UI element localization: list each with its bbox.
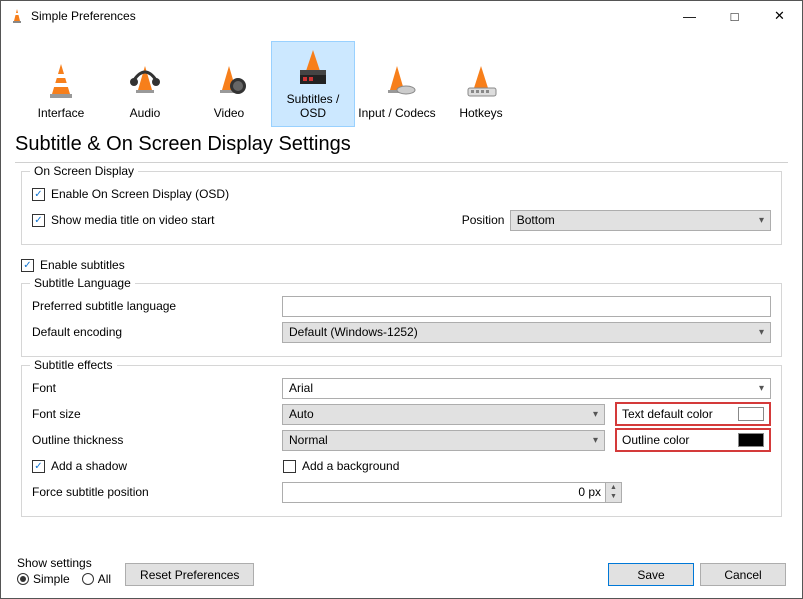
headphones-cone-icon	[124, 60, 166, 102]
text-color-group: Text default color	[615, 402, 771, 426]
force-position-value: 0 px	[283, 485, 605, 499]
effects-group: Subtitle effects Font Arial Font size Au…	[21, 365, 782, 517]
outline-color-group: Outline color	[615, 428, 771, 452]
category-hotkeys[interactable]: Hotkeys	[439, 41, 523, 127]
font-size-dropdown[interactable]: Auto	[282, 404, 605, 425]
titlebar: Simple Preferences — □ ✕	[1, 1, 802, 31]
cone-icon	[40, 60, 82, 102]
reset-preferences-button[interactable]: Reset Preferences	[125, 563, 254, 586]
add-shadow-checkbox[interactable]: ✓	[32, 460, 45, 473]
save-button[interactable]: Save	[608, 563, 694, 586]
category-subtitles[interactable]: Subtitles / OSD	[271, 41, 355, 127]
disc-cone-icon	[376, 60, 418, 102]
spinbox-buttons[interactable]: ▲▼	[605, 483, 621, 502]
font-dropdown[interactable]: Arial	[282, 378, 771, 399]
default-encoding-value: Default (Windows-1252)	[289, 325, 418, 339]
position-value: Bottom	[517, 213, 555, 227]
font-size-value: Auto	[289, 407, 314, 421]
effects-legend: Subtitle effects	[30, 358, 117, 372]
outline-thickness-dropdown[interactable]: Normal	[282, 430, 605, 451]
film-cone-icon	[208, 60, 250, 102]
language-legend: Subtitle Language	[30, 276, 135, 290]
keyboard-cone-icon	[460, 60, 502, 102]
outline-color-label: Outline color	[622, 433, 689, 447]
position-dropdown[interactable]: Bottom	[510, 210, 771, 231]
default-encoding-label: Default encoding	[32, 325, 282, 339]
text-color-label: Text default color	[622, 407, 713, 421]
show-media-title-checkbox[interactable]: ✓	[32, 214, 45, 227]
minimize-button[interactable]: —	[667, 1, 712, 31]
close-button[interactable]: ✕	[757, 1, 802, 31]
osd-legend: On Screen Display	[30, 164, 138, 178]
add-background-label: Add a background	[302, 459, 399, 473]
font-label: Font	[32, 381, 282, 395]
outline-thickness-label: Outline thickness	[32, 433, 282, 447]
category-label: Subtitles / OSD	[274, 92, 352, 120]
default-encoding-dropdown[interactable]: Default (Windows-1252)	[282, 322, 771, 343]
category-interface[interactable]: Interface	[19, 41, 103, 127]
clapper-cone-icon	[292, 46, 334, 88]
category-toolbar: Interface Audio Video Subtitles / OSD In…	[1, 31, 802, 129]
font-value: Arial	[289, 381, 313, 395]
window-title: Simple Preferences	[31, 9, 667, 23]
language-group: Subtitle Language Preferred subtitle lan…	[21, 283, 782, 357]
all-radio[interactable]	[82, 573, 94, 585]
add-shadow-label: Add a shadow	[51, 459, 283, 473]
enable-osd-checkbox[interactable]: ✓	[32, 188, 45, 201]
enable-subtitles-checkbox[interactable]: ✓	[21, 259, 34, 272]
divider	[15, 162, 788, 163]
force-position-spinbox[interactable]: 0 px ▲▼	[282, 482, 622, 503]
save-label: Save	[637, 568, 664, 582]
enable-osd-label: Enable On Screen Display (OSD)	[51, 187, 229, 201]
simple-radio[interactable]	[17, 573, 29, 585]
category-audio[interactable]: Audio	[103, 41, 187, 127]
simple-radio-label: Simple	[33, 572, 70, 586]
position-label: Position	[462, 213, 510, 227]
app-icon	[9, 8, 25, 24]
preferred-language-input[interactable]	[282, 296, 771, 317]
text-color-swatch[interactable]	[738, 407, 764, 421]
enable-subtitles-label: Enable subtitles	[40, 258, 125, 272]
add-background-checkbox[interactable]	[283, 460, 296, 473]
preferred-language-label: Preferred subtitle language	[32, 299, 282, 313]
bottom-bar: Show settings Simple All Reset Preferenc…	[1, 548, 802, 598]
category-input[interactable]: Input / Codecs	[355, 41, 439, 127]
category-label: Video	[214, 106, 244, 120]
font-size-label: Font size	[32, 407, 282, 421]
outline-thickness-value: Normal	[289, 433, 328, 447]
force-position-label: Force subtitle position	[32, 485, 282, 499]
category-label: Hotkeys	[459, 106, 502, 120]
category-label: Interface	[38, 106, 85, 120]
page-title: Subtitle & On Screen Display Settings	[1, 129, 802, 162]
outline-color-swatch[interactable]	[738, 433, 764, 447]
category-label: Audio	[130, 106, 161, 120]
maximize-button[interactable]: □	[712, 1, 757, 31]
cancel-button[interactable]: Cancel	[700, 563, 786, 586]
category-label: Input / Codecs	[358, 106, 435, 120]
category-video[interactable]: Video	[187, 41, 271, 127]
all-radio-label: All	[98, 572, 111, 586]
show-settings-group: Show settings Simple All	[17, 556, 111, 586]
cancel-label: Cancel	[724, 568, 761, 582]
show-media-title-label: Show media title on video start	[51, 213, 214, 227]
reset-label: Reset Preferences	[140, 568, 239, 582]
osd-group: On Screen Display ✓ Enable On Screen Dis…	[21, 171, 782, 245]
show-settings-label: Show settings	[17, 556, 111, 570]
